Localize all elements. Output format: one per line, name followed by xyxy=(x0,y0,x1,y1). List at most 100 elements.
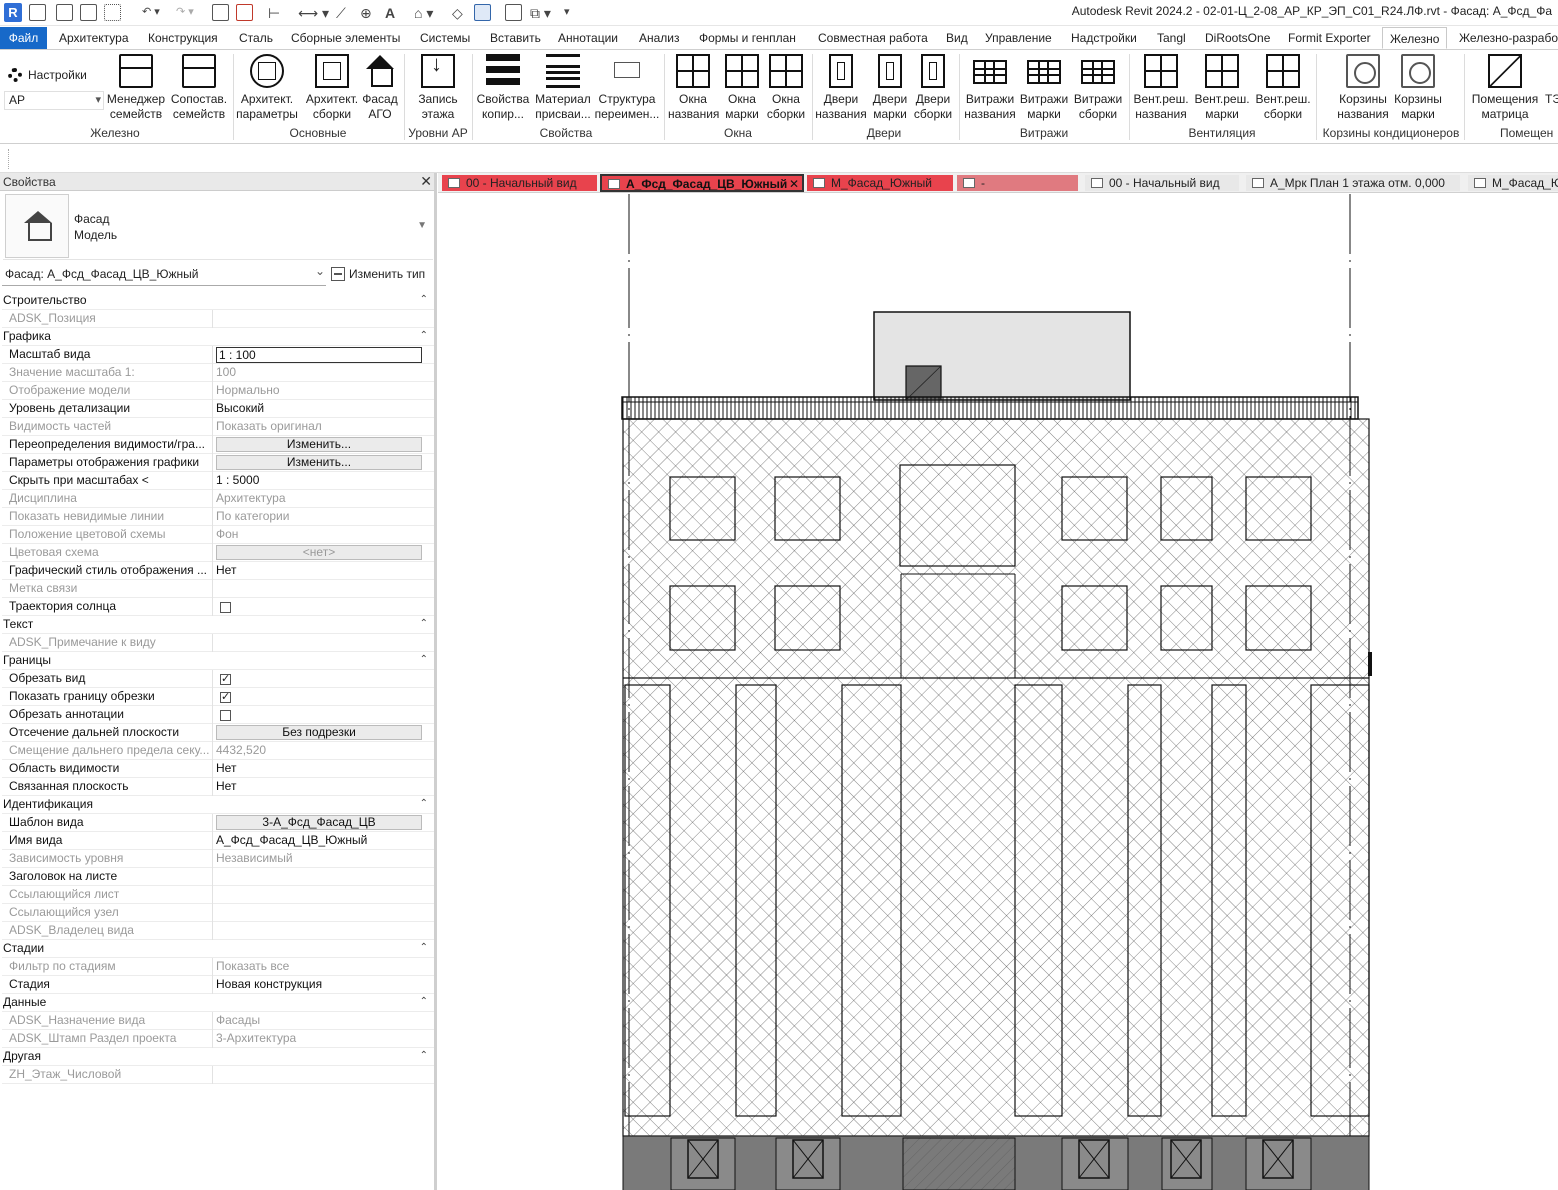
vent-names-button[interactable]: Вент.реш. названия xyxy=(1131,52,1191,122)
property-group-header[interactable]: Текст ⌃ xyxy=(2,616,434,634)
tab-view[interactable]: Вид xyxy=(946,27,968,49)
compare-families-button[interactable]: Сопостав. семейств xyxy=(168,52,230,122)
property-group-header[interactable]: Другая ⌃ xyxy=(2,1048,434,1066)
tab-zhelezno[interactable]: Железно xyxy=(1382,27,1448,49)
tab-architecture[interactable]: Архитектура xyxy=(59,27,129,49)
collapse-icon[interactable]: ⌃ xyxy=(420,615,428,632)
material-assign-button[interactable]: Материал присваи... xyxy=(533,52,593,122)
tab-manage[interactable]: Управление xyxy=(985,27,1052,49)
options-bar-grip[interactable] xyxy=(8,149,11,169)
view-tab[interactable]: М_Фасад_Южный xyxy=(807,175,953,191)
property-input[interactable]: 1 : 100 xyxy=(216,347,422,363)
property-value[interactable]: <нет> xyxy=(216,545,422,560)
property-group-header[interactable]: Стадии ⌃ xyxy=(2,940,434,958)
property-button[interactable]: Изменить... xyxy=(216,455,422,470)
tab-diroots[interactable]: DiRootsOne xyxy=(1205,27,1270,49)
tab-annotate[interactable]: Аннотации xyxy=(558,27,618,49)
text-icon[interactable]: A xyxy=(385,5,395,21)
view-tab[interactable]: - xyxy=(957,175,1078,191)
instance-filter-select[interactable]: Фасад: А_Фсд_Фасад_ЦВ_Южный xyxy=(5,264,325,281)
property-button[interactable]: Изменить... xyxy=(216,437,422,452)
close-icon[interactable]: ✕ xyxy=(789,176,799,190)
property-checkbox[interactable] xyxy=(220,602,231,613)
save-icon[interactable] xyxy=(80,4,97,21)
settings-button[interactable]: Настройки xyxy=(8,68,87,82)
thin-lines-icon[interactable] xyxy=(474,4,491,21)
doors-names-button[interactable]: Двери названия xyxy=(814,52,868,122)
property-button[interactable]: Без подрезки xyxy=(216,725,422,740)
switch-windows-icon[interactable]: ⧉ ▾ xyxy=(530,5,551,22)
property-value[interactable]: Нет xyxy=(216,760,422,778)
te-button[interactable]: ТЭ xyxy=(1542,52,1558,107)
close-hidden-icon[interactable] xyxy=(505,4,522,21)
tab-insert[interactable]: Вставить xyxy=(490,27,541,49)
manager-families-button[interactable]: Менеджер семейств xyxy=(106,52,166,122)
props-copy-button[interactable]: Свойства копир... xyxy=(474,52,532,122)
windows-names-button[interactable]: Окна названия xyxy=(668,52,719,122)
3d-home-icon[interactable]: ⌂ ▾ xyxy=(414,5,433,22)
tab-zhelezno-dev[interactable]: Железно-разрабо xyxy=(1459,27,1558,49)
view-tab-active[interactable]: А_Фсд_Фасад_ЦВ_Южный ✕ xyxy=(600,174,804,192)
property-checkbox[interactable] xyxy=(220,671,231,688)
curtain-marks-button[interactable]: Витражи марки xyxy=(1016,52,1072,122)
tab-collaborate[interactable]: Совместная работа xyxy=(818,27,928,49)
property-group-header[interactable]: Строительство ⌃ xyxy=(2,292,434,310)
section-icon[interactable]: ◇ xyxy=(452,5,463,22)
floor-record-button[interactable]: Запись этажа xyxy=(408,52,468,122)
property-value[interactable]: Нет xyxy=(216,562,422,580)
curtain-assembly-button[interactable]: Витражи сборки xyxy=(1070,52,1126,122)
view-tab[interactable]: 00 - Начальный вид xyxy=(1085,175,1239,191)
property-group-header[interactable]: Данные ⌃ xyxy=(2,994,434,1012)
measure-icon[interactable]: ⊢ xyxy=(268,5,280,22)
collapse-icon[interactable]: ⌃ xyxy=(420,993,428,1010)
tab-massing[interactable]: Формы и генплан xyxy=(699,27,796,49)
vent-marks-button[interactable]: Вент.реш. марки xyxy=(1192,52,1252,122)
structure-rename-button[interactable]: Структура переимен... xyxy=(594,52,660,122)
arch-assembly-button[interactable]: Архитект. сборки xyxy=(301,52,363,122)
facade-ago-button[interactable]: Фасад АГО xyxy=(362,52,398,122)
collapse-icon[interactable]: ⌃ xyxy=(420,795,428,812)
collapse-icon[interactable]: ⌃ xyxy=(420,939,428,956)
property-value[interactable]: Новая конструкция xyxy=(216,976,422,994)
tab-steel[interactable]: Сталь xyxy=(239,27,273,49)
property-group-header[interactable]: Границы ⌃ xyxy=(2,652,434,670)
property-button[interactable]: 3-А_Фсд_Фасад_ЦВ xyxy=(216,815,422,830)
chevron-down-icon[interactable]: ▼ xyxy=(417,220,427,231)
rooms-matrix-button[interactable]: Помещения матрица xyxy=(1468,52,1542,122)
tab-file[interactable]: Файл xyxy=(0,27,47,49)
ap-select[interactable]: АР xyxy=(4,91,104,110)
windows-marks-button[interactable]: Окна марки xyxy=(719,52,765,122)
view-tab[interactable]: А_Мрк План 1 этажа отм. 0,000 xyxy=(1246,175,1460,191)
open-icon[interactable] xyxy=(56,4,73,21)
baskets-names-button[interactable]: Корзины названия xyxy=(1334,52,1392,122)
tab-addins[interactable]: Надстройки xyxy=(1071,27,1137,49)
tab-systems[interactable]: Системы xyxy=(420,27,470,49)
sync-icon[interactable] xyxy=(104,4,121,21)
collapse-icon[interactable]: ⌃ xyxy=(420,1047,428,1064)
tab-analyze[interactable]: Анализ xyxy=(639,27,680,49)
tab-structure[interactable]: Конструкция xyxy=(148,27,218,49)
view-tab[interactable]: М_Фасад_Ю xyxy=(1468,175,1558,191)
view-tab[interactable]: 00 - Начальный вид xyxy=(442,175,597,191)
property-group-header[interactable]: Графика ⌃ xyxy=(2,328,434,346)
property-checkbox[interactable] xyxy=(220,689,231,706)
tag-icon[interactable]: ⟋ xyxy=(336,5,346,22)
close-icon[interactable]: ✕ xyxy=(420,172,432,190)
collapse-icon[interactable]: ⌃ xyxy=(420,327,428,344)
tab-formit[interactable]: Formit Exporter xyxy=(1288,27,1371,49)
doors-assembly-button[interactable]: Двери сборки xyxy=(910,52,956,122)
undo-icon[interactable]: ↶ ▾ xyxy=(142,5,160,18)
edit-type-button[interactable]: Изменить тип xyxy=(331,267,425,281)
curtain-names-button[interactable]: Витражи названия xyxy=(962,52,1018,122)
collapse-icon[interactable]: ⌃ xyxy=(420,651,428,668)
tab-tangl[interactable]: Tangl xyxy=(1157,27,1186,49)
property-group-header[interactable]: Идентификация ⌃ xyxy=(2,796,434,814)
revit-logo-icon[interactable]: R xyxy=(4,3,22,22)
spot-icon[interactable]: ⊕ xyxy=(360,5,372,22)
redo-icon[interactable]: ↷ ▾ xyxy=(176,5,194,18)
property-checkbox[interactable] xyxy=(220,710,231,721)
baskets-marks-button[interactable]: Корзины марки xyxy=(1390,52,1446,122)
home-icon[interactable] xyxy=(29,4,46,21)
property-value[interactable]: 1 : 5000 xyxy=(216,472,422,490)
property-value[interactable] xyxy=(216,868,422,886)
